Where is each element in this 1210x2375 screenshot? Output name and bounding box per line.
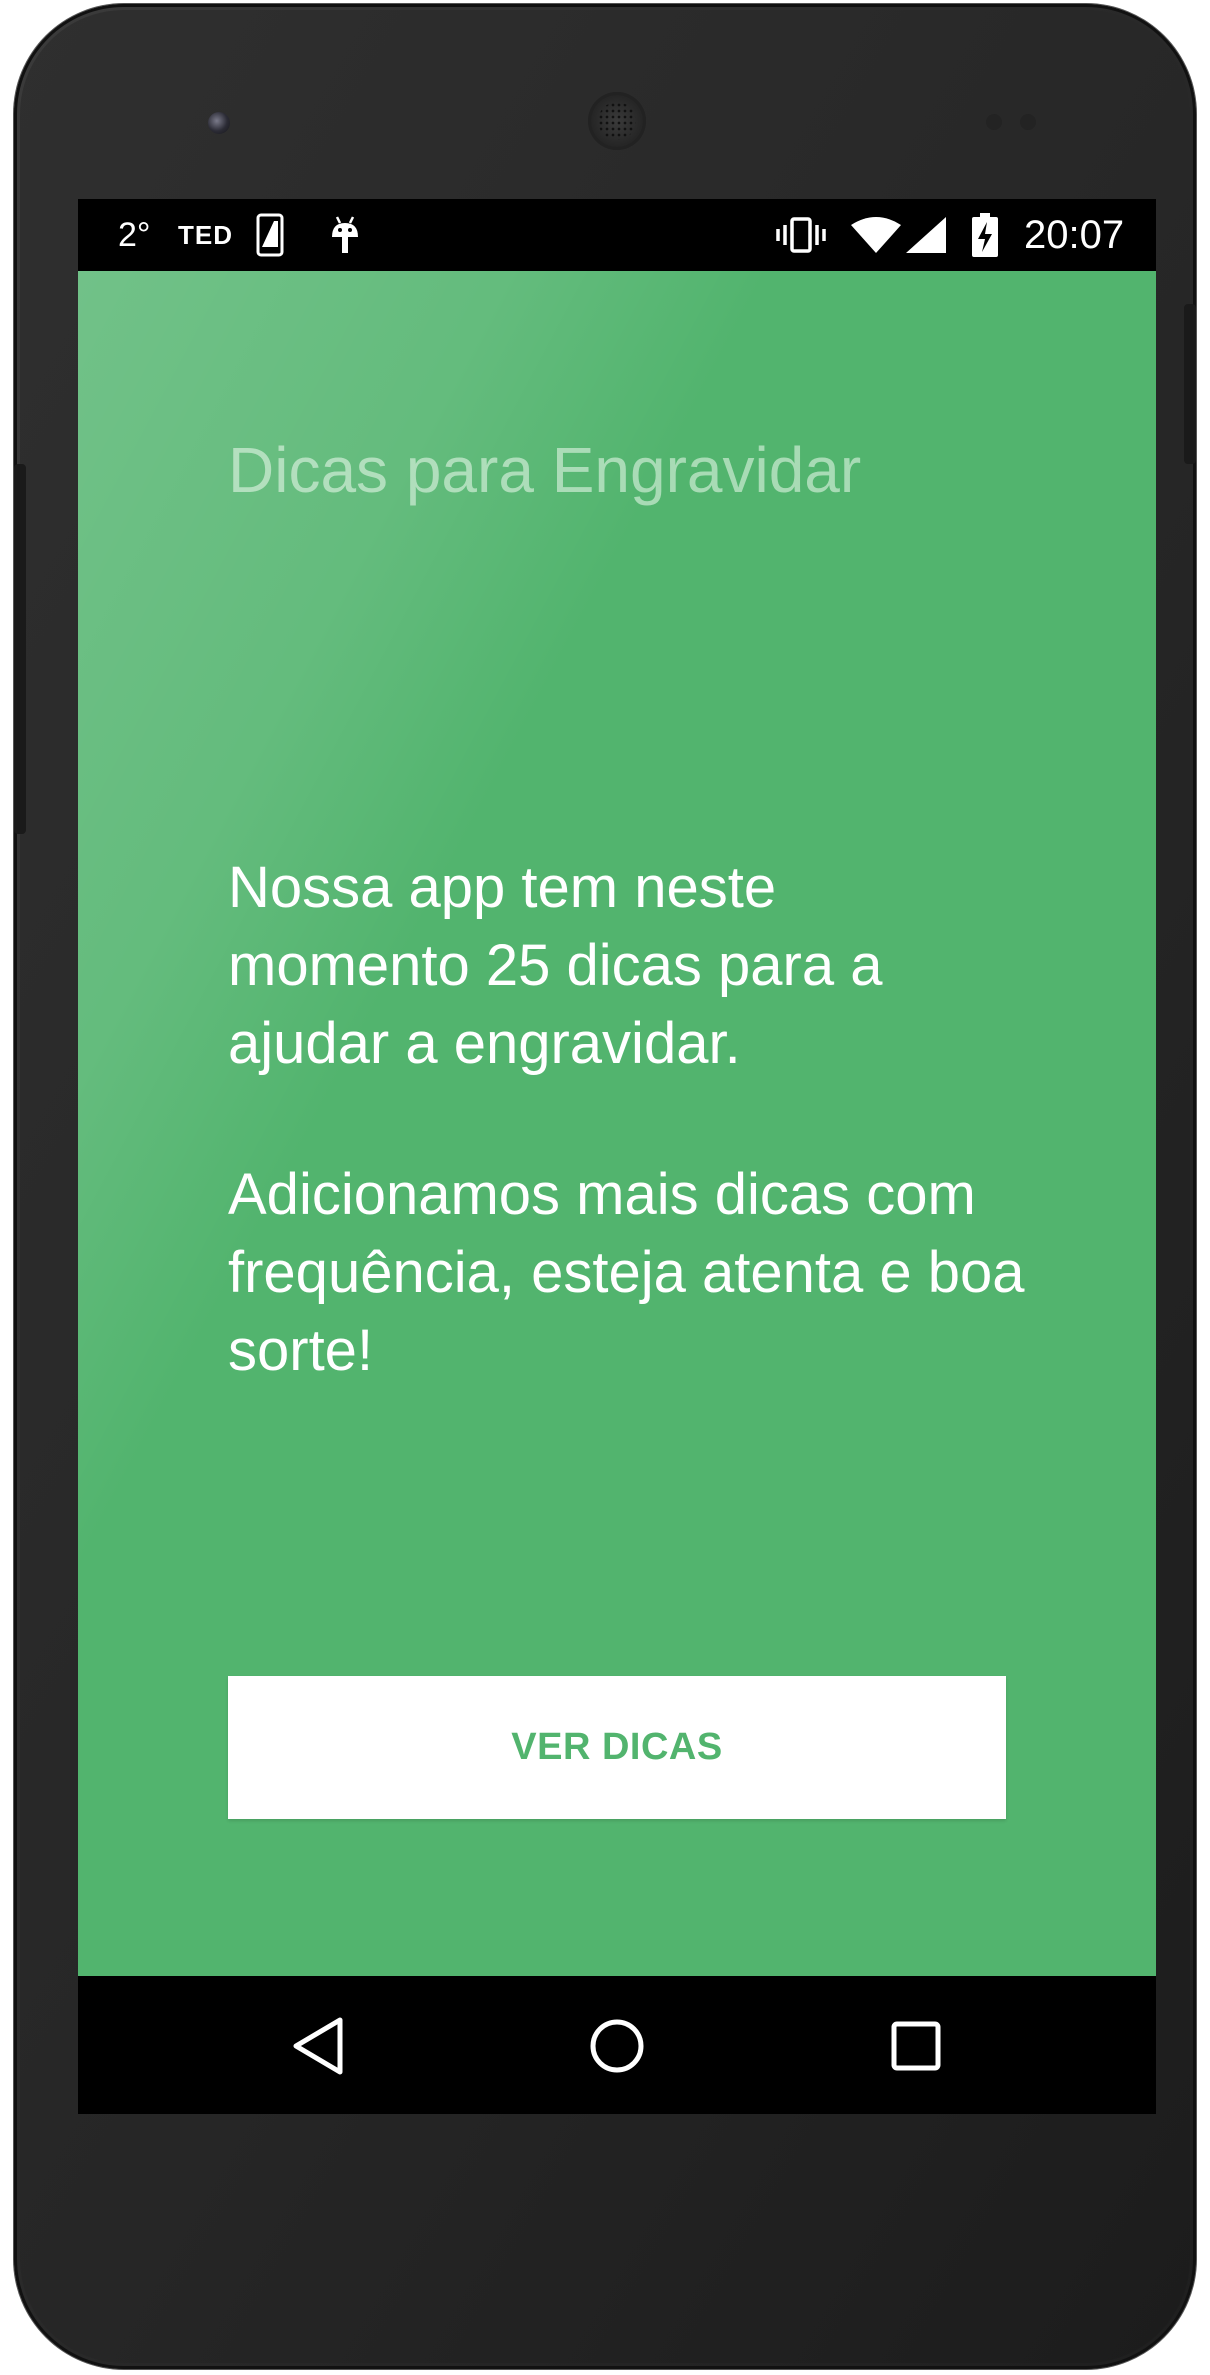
- status-temperature: 2°: [118, 215, 151, 254]
- earpiece-speaker: [588, 92, 646, 150]
- proximity-sensor: [986, 114, 1002, 130]
- navigation-bar: [78, 1976, 1156, 2114]
- status-ted-label: TED: [178, 219, 233, 250]
- home-icon[interactable]: [577, 2006, 657, 2086]
- ver-dicas-button[interactable]: VER DICAS: [228, 1676, 1006, 1819]
- battery-charging-icon: [970, 199, 1000, 271]
- update-message: Adicionamos mais dicas com frequência, e…: [228, 1162, 1025, 1383]
- status-bar: 2° TED 20:07: [78, 199, 1156, 271]
- app-content: Dicas para Engravidar Nossa app tem nest…: [78, 271, 1156, 1976]
- front-camera: [208, 112, 230, 134]
- app-title: Dicas para Engravidar: [228, 434, 862, 506]
- light-sensor: [1020, 114, 1036, 130]
- intro-message: Nossa app tem neste momento 25 dicas par…: [228, 855, 883, 1076]
- screen: 2° TED 20:07 Dicas para Engravidar Nossa…: [78, 199, 1156, 2114]
- back-icon[interactable]: [278, 2006, 358, 2086]
- vibrate-icon: [776, 199, 826, 271]
- recents-icon[interactable]: [876, 2006, 956, 2086]
- side-button-right: [1184, 304, 1196, 464]
- phone-icon: [256, 199, 284, 271]
- phone-frame: 2° TED 20:07 Dicas para Engravidar Nossa…: [14, 4, 1196, 2369]
- android-icon: [328, 199, 362, 271]
- side-button-left: [14, 464, 26, 834]
- wifi-icon: [850, 199, 902, 271]
- signal-icon: [904, 199, 948, 271]
- status-time: 20:07: [1024, 212, 1125, 257]
